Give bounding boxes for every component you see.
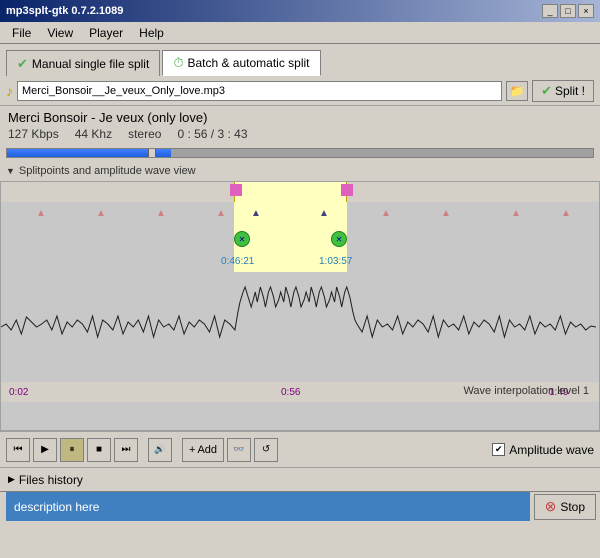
tab1-label: Manual single file split: [32, 57, 149, 71]
timestamp-labels-row: 0:46:21 1:03:57: [1, 254, 599, 272]
wave-canvas: [1, 272, 599, 382]
arrow-marker-5: ▲: [251, 208, 261, 219]
arrow-marker-4: ▲: [216, 208, 226, 219]
arrows-row: ▲ ▲ ▲ ▲ ▲ ▲ ▲ ▲ ▲ ▲: [1, 202, 599, 224]
close-button[interactable]: ×: [578, 4, 594, 18]
progress-container[interactable]: [0, 145, 600, 163]
files-history-panel[interactable]: ▶ Files history: [0, 467, 600, 491]
splitpoint1-marker-top[interactable]: [230, 184, 242, 196]
stop-button[interactable]: ⊗ Stop: [534, 494, 596, 520]
add-plus-icon: +: [189, 444, 195, 456]
add-button[interactable]: + Add: [182, 438, 224, 462]
song-position: 0 : 56 / 3 : 43: [177, 127, 247, 141]
file-music-icon: ♪: [6, 83, 13, 99]
splitpoint2-timestamp: 1:03:57: [319, 256, 352, 267]
splitpoint1-x-icon: ✕: [239, 235, 246, 244]
arrow-marker-7: ▲: [381, 208, 391, 219]
menu-player[interactable]: Player: [81, 24, 131, 42]
rewind-button[interactable]: ⏮: [6, 438, 30, 462]
pause-button[interactable]: ⏸: [60, 438, 84, 462]
waveform-label: ▼ Splitpoints and amplitude wave view: [6, 165, 594, 177]
volume-button[interactable]: 🔊: [148, 438, 172, 462]
minimize-button[interactable]: _: [542, 4, 558, 18]
waveform-area[interactable]: ▲ ▲ ▲ ▲ ▲ ▲ ▲ ▲ ▲ ▲ ✕ ✕ 0:46:21 1:03:57: [0, 181, 600, 431]
status-description: description here: [6, 492, 530, 521]
split-label: Split !: [555, 84, 585, 98]
progress-bar[interactable]: [6, 148, 594, 158]
menu-bar: File View Player Help: [0, 22, 600, 44]
splitpoint1-dot[interactable]: ✕: [234, 231, 250, 247]
waveform-svg: [1, 272, 599, 382]
arrow-marker-9: ▲: [511, 208, 521, 219]
time-start: 0:02: [9, 387, 28, 398]
tab2-check-icon: ⏱: [173, 55, 183, 71]
stop-label: Stop: [560, 500, 585, 514]
collapse-icon[interactable]: ▼: [6, 166, 15, 176]
glasses-button[interactable]: 👓: [227, 438, 251, 462]
arrow-marker-2: ▲: [96, 208, 106, 219]
tab-bar: ✔ Manual single file split ⏱ Batch & aut…: [0, 44, 600, 76]
amplitude-wave-checkbox[interactable]: ✔: [492, 443, 505, 456]
arrow-marker-8: ▲: [441, 208, 451, 219]
stop-icon: ⊗: [545, 498, 557, 515]
tab-batch-split[interactable]: ⏱ Batch & automatic split: [162, 50, 320, 76]
file-path-input[interactable]: [17, 81, 502, 101]
arrow-marker-3: ▲: [156, 208, 166, 219]
app-title: mp3splt-gtk 0.7.2.1089: [6, 5, 123, 17]
splitpoint2-x-icon: ✕: [336, 235, 343, 244]
play-button[interactable]: ▶: [33, 438, 57, 462]
amplitude-wave-row: ✔ Amplitude wave: [492, 443, 594, 457]
add-label: Add: [197, 444, 217, 456]
song-info-panel: Merci Bonsoir - Je veux (only love) 127 …: [0, 106, 600, 145]
menu-file[interactable]: File: [4, 24, 39, 42]
splitpoint2-dot[interactable]: ✕: [331, 231, 347, 247]
time-mid: 0:56: [281, 387, 300, 398]
splitpoint1-timestamp: 0:46:21: [221, 256, 254, 267]
window-controls: _ □ ×: [542, 4, 594, 18]
progress-thumb[interactable]: [148, 148, 156, 158]
song-bitrate: 127 Kbps: [8, 127, 59, 141]
forward-button[interactable]: ⏭: [114, 438, 138, 462]
tab-manual-split[interactable]: ✔ Manual single file split: [6, 50, 160, 76]
title-bar: mp3splt-gtk 0.7.2.1089 _ □ ×: [0, 0, 600, 22]
wave-interpolation-label: Wave interpolation level 1: [463, 385, 589, 397]
file-row: ♪ 📁 ✔ Split !: [0, 76, 600, 106]
menu-view[interactable]: View: [39, 24, 81, 42]
markers-row: [1, 182, 599, 202]
dots-row: ✕ ✕: [1, 224, 599, 254]
split-button[interactable]: ✔ Split !: [532, 80, 594, 102]
song-freq: 44 Khz: [75, 127, 112, 141]
splitpoint2-marker-top[interactable]: [341, 184, 353, 196]
browse-folder-button[interactable]: 📁: [506, 81, 528, 101]
waveform-section: ▼ Splitpoints and amplitude wave view: [0, 163, 600, 181]
amplitude-wave-label: Amplitude wave: [509, 443, 594, 457]
files-history-label: Files history: [19, 473, 83, 487]
arrow-marker-10: ▲: [561, 208, 571, 219]
status-text: description here: [14, 500, 99, 514]
controls-row: ⏮ ▶ ⏸ ■ ⏭ 🔊 + Add 👓 ↺ ✔ Amplitude wave: [0, 431, 600, 467]
time-axis: 0:02 0:56 1:49 Wave interpolation level …: [1, 382, 599, 402]
maximize-button[interactable]: □: [560, 4, 576, 18]
highlight-region-top: [234, 182, 347, 202]
arrow-marker-6: ▲: [319, 208, 329, 219]
progress-fill: [7, 149, 171, 157]
arrow-marker-1: ▲: [36, 208, 46, 219]
stop-control-button[interactable]: ■: [87, 438, 111, 462]
tab1-check-icon: ✔: [17, 56, 28, 72]
split-check-icon: ✔: [541, 83, 552, 99]
song-metadata: 127 Kbps 44 Khz stereo 0 : 56 / 3 : 43: [8, 127, 592, 141]
status-bar: description here ⊗ Stop: [0, 491, 600, 521]
waveform-section-title: Splitpoints and amplitude wave view: [19, 165, 196, 177]
menu-help[interactable]: Help: [131, 24, 172, 42]
files-history-expand-icon[interactable]: ▶: [8, 474, 15, 485]
song-title: Merci Bonsoir - Je veux (only love): [8, 110, 592, 125]
refresh-button[interactable]: ↺: [254, 438, 278, 462]
tab2-label: Batch & automatic split: [187, 56, 309, 70]
song-channels: stereo: [128, 127, 161, 141]
